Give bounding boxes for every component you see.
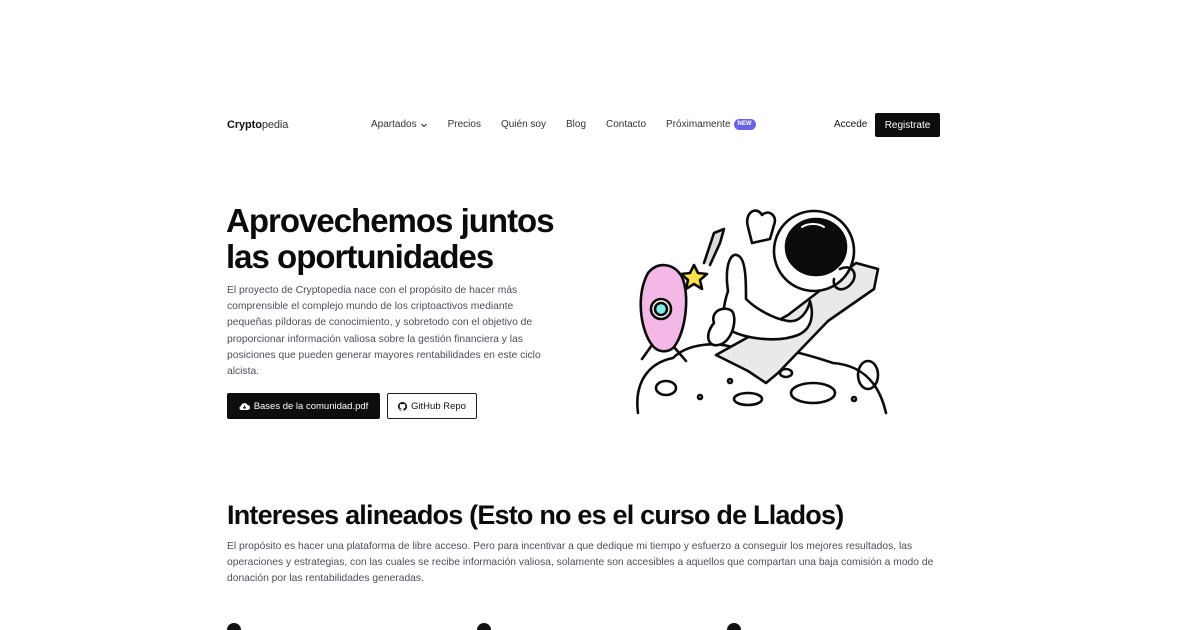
github-repo-button[interactable]: GitHub Repo (387, 393, 477, 419)
nav-menu: Apartados Precios Quién soy Blog Contact… (371, 119, 776, 130)
nav-item-precios[interactable]: Precios (448, 119, 481, 130)
cloud-download-icon (239, 402, 250, 410)
feature-item (227, 623, 241, 630)
nav-item-label: Precios (447, 119, 481, 130)
nav-item-proximamente[interactable]: Próximamente NEW (666, 119, 756, 130)
check-circle-icon (477, 623, 491, 630)
logo-bold: Crypto (227, 119, 262, 131)
nav-item-label: Contacto (606, 119, 647, 130)
feature-item (727, 623, 741, 630)
nav-item-label: Blog (565, 119, 586, 130)
login-link[interactable]: Accede (834, 119, 867, 130)
section-description: El propósito es hacer una plataforma de … (227, 541, 934, 585)
new-badge: NEW (733, 119, 756, 130)
astronaut-illustration (636, 209, 888, 415)
feature-item (477, 623, 491, 630)
nav-item-apartados[interactable]: Apartados (371, 119, 428, 130)
download-pdf-label: Bases de la comunidad.pdf (253, 400, 369, 412)
nav-item-contacto[interactable]: Contacto (606, 119, 646, 130)
top-navigation: Cryptopedia Apartados Precios Quién soy … (227, 113, 940, 137)
section-title: Intereses alineados (Esto no es el curso… (227, 500, 844, 530)
nav-item-label: Quién soy (500, 119, 546, 130)
logo-light: pedia (261, 119, 289, 131)
hero-description: El proyecto de Cryptopedia nace con el p… (227, 285, 541, 378)
chevron-down-icon (420, 123, 427, 127)
hero-title: Aprovechemos juntos las oportunidades (226, 203, 606, 275)
nav-item-quien-soy[interactable]: Quién soy (501, 119, 546, 130)
nav-item-label: Próximamente (666, 119, 731, 130)
nav-item-label: Apartados (371, 119, 417, 130)
github-repo-label: GitHub Repo (411, 400, 466, 412)
register-button[interactable]: Registrate (875, 113, 940, 137)
nav-item-blog[interactable]: Blog (566, 119, 586, 130)
hero-title-line2: las oportunidades (226, 238, 494, 275)
github-icon (398, 401, 408, 411)
check-circle-icon (227, 623, 241, 630)
check-circle-icon (727, 623, 741, 630)
hero-title-line1: Aprovechemos juntos (226, 202, 555, 239)
logo[interactable]: Cryptopedia (227, 119, 288, 131)
download-pdf-button[interactable]: Bases de la comunidad.pdf (227, 393, 380, 419)
